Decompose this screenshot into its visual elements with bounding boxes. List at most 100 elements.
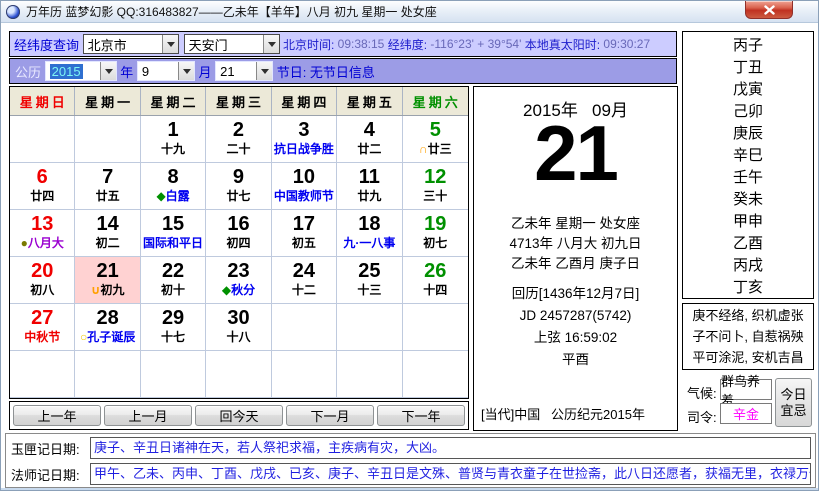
chevron-down-icon[interactable] (178, 62, 194, 80)
next-year-button[interactable]: 下一年 (377, 405, 465, 426)
coords-query-label: 经纬度查询 (14, 35, 83, 54)
day-number: 17 (272, 213, 336, 235)
day-lunar-or-festival: 十九 (161, 142, 185, 156)
day-lunar-or-festival: 十三 (357, 283, 381, 297)
siling-label: 司令: (687, 407, 717, 426)
calendar-cell-day-25[interactable]: 25十三 (337, 257, 402, 304)
prev-month-button[interactable]: 上一月 (104, 405, 192, 426)
calendar-cell-day-11[interactable]: 11廿九 (337, 163, 402, 210)
calendar-cell-day-6[interactable]: 6廿四 (10, 163, 75, 210)
chevron-down-icon[interactable] (100, 62, 116, 80)
calendar-cell-day-26[interactable]: 26十四 (403, 257, 468, 304)
prev-year-button[interactable]: 上一年 (13, 405, 101, 426)
chevron-down-icon[interactable] (162, 35, 178, 53)
calendar-cell-day-13[interactable]: 13●八月大 (10, 210, 75, 257)
day-lunar-or-festival: 初七 (423, 236, 447, 250)
day-lunar-or-festival: 十四 (423, 283, 447, 297)
taboo-poem-panel: 庚不经络, 织机虚张子不问卜, 自惹祸殃平可涂泥, 安机吉昌 (682, 303, 814, 370)
calendar-cell-day-5[interactable]: 5∩廿三 (403, 116, 468, 163)
ganzhi-hour-item: 庚辰 (683, 123, 813, 145)
calendar-cell-day-29[interactable]: 29十七 (141, 304, 206, 351)
calendar-nav-bar: 上一年上一月回今天下一月下一年 (9, 401, 469, 430)
app-window: 万年历 蓝梦幻影 QQ:316483827——乙未年【羊年】八月 初九 星期一 … (0, 0, 819, 491)
calendar-cell-day-18[interactable]: 18九·一八事 (337, 210, 402, 257)
moon-phase-icon: ◆ (222, 283, 231, 297)
day-select[interactable]: 21 (215, 61, 273, 81)
day-subtext: 廿九 (337, 188, 401, 205)
day-lunar-or-festival: 初八 (30, 283, 54, 297)
day-subtext: ○孔子诞辰 (75, 329, 139, 346)
calendar-cell-day-3[interactable]: 3抗日战争胜 (272, 116, 337, 163)
day-subtext: 十二 (272, 282, 336, 299)
calendar-cell-day-21[interactable]: 21∪初九 (75, 257, 140, 304)
month-select-value: 9 (138, 64, 178, 79)
calendar-cell-day-10[interactable]: 10中国教师节 (272, 163, 337, 210)
moon-phase-icon: ◆ (156, 189, 165, 203)
ganzhi-hour-item: 癸未 (683, 189, 813, 211)
place-select[interactable]: 天安门 (184, 34, 280, 54)
day-subtext: 抗日战争胜 (272, 141, 336, 158)
calendar-cell-day-9[interactable]: 9廿七 (206, 163, 271, 210)
city-select[interactable]: 北京市 (83, 34, 179, 54)
moon-phase-icon: ∪ (91, 283, 101, 297)
calendar-cell-day-1[interactable]: 1十九 (141, 116, 206, 163)
year-select[interactable]: 2015 (45, 61, 117, 81)
day-number: 11 (337, 166, 401, 188)
calendar-cell-day-8[interactable]: 8◆白露 (141, 163, 206, 210)
day-number: 18 (337, 213, 401, 235)
day-subtext: 二十 (206, 141, 270, 158)
yuxiaji-label: 玉匣记日期: (11, 439, 80, 458)
calendar-cell-empty (337, 351, 402, 398)
calendar-cell-day-20[interactable]: 20初八 (10, 257, 75, 304)
day-lunar-or-festival: 十七 (161, 330, 185, 344)
calendar-cell-day-17[interactable]: 17初五 (272, 210, 337, 257)
day-lunar-or-festival: 十二 (292, 283, 316, 297)
day-lunar-or-festival: 孔子诞辰 (87, 330, 135, 344)
today-yiji-button[interactable]: 今日 宜忌 (775, 378, 812, 427)
calendar-cell-day-7[interactable]: 7廿五 (75, 163, 140, 210)
day-subtext: 十九 (141, 141, 205, 158)
gregorian-label: 公历 (15, 62, 45, 81)
ganzhi-hour-item: 丙子 (683, 35, 813, 57)
close-icon (764, 5, 775, 15)
detail-line: 乙未年 星期一 处女座 (474, 214, 677, 234)
day-subtext: ◆白露 (141, 188, 205, 205)
date-detail-panel: 2015年 09月 21 乙未年 星期一 处女座 4713年 八月大 初九日 乙… (473, 86, 678, 431)
chevron-down-icon[interactable] (256, 62, 272, 80)
day-select-value: 21 (216, 64, 256, 79)
calendar-cell-day-16[interactable]: 16初四 (206, 210, 271, 257)
calendar-cell-day-28[interactable]: 28○孔子诞辰 (75, 304, 140, 351)
day-number: 1 (141, 119, 205, 141)
day-number: 27 (10, 307, 74, 329)
calendar-cell-day-30[interactable]: 30十八 (206, 304, 271, 351)
festival-info: 节日: 无节日信息 (273, 62, 375, 81)
date-select-toolbar: 公历 2015 年 9 月 21 节日: 无节日信息 (9, 58, 677, 84)
beijing-time-value: 09:38:15 (338, 37, 385, 51)
chevron-down-icon[interactable] (263, 35, 279, 53)
calendar-cell-day-19[interactable]: 19初七 (403, 210, 468, 257)
day-number: 4 (337, 119, 401, 141)
day-lunar-or-festival: 廿九 (357, 189, 381, 203)
day-subtext: 中国教师节 (272, 188, 336, 205)
calendar-cell-day-27[interactable]: 27中秋节 (10, 304, 75, 351)
weekday-header-row: 星期日星期一星期二星期三星期四星期五星期六 (10, 87, 468, 116)
fashiji-text-box: 甲午、乙未、丙申、丁酉、戊戌、已亥、庚子、辛丑日是文殊、普贤与青衣童子在世捡斋，… (90, 463, 811, 485)
calendar-cell-day-15[interactable]: 15国际和平日 (141, 210, 206, 257)
month-select[interactable]: 9 (137, 61, 195, 81)
calendar-cell-day-4[interactable]: 4廿二 (337, 116, 402, 163)
calendar-cell-day-12[interactable]: 12三十 (403, 163, 468, 210)
month-unit-label: 月 (195, 62, 215, 81)
calendar-cell-day-14[interactable]: 14初二 (75, 210, 140, 257)
calendar-cell-day-22[interactable]: 22初十 (141, 257, 206, 304)
calendar-cell-day-23[interactable]: 23◆秋分 (206, 257, 271, 304)
calendar-cell-day-24[interactable]: 24十二 (272, 257, 337, 304)
today-button[interactable]: 回今天 (195, 405, 283, 426)
calendar-cell-empty (403, 351, 468, 398)
calendar-cell-day-2[interactable]: 2二十 (206, 116, 271, 163)
day-lunar-or-festival: 白露 (166, 189, 190, 203)
day-lunar-or-festival: 三十 (423, 189, 447, 203)
next-month-button[interactable]: 下一月 (286, 405, 374, 426)
day-subtext: 十三 (337, 282, 401, 299)
calendar-cell-empty (272, 304, 337, 351)
close-button[interactable] (745, 1, 793, 19)
